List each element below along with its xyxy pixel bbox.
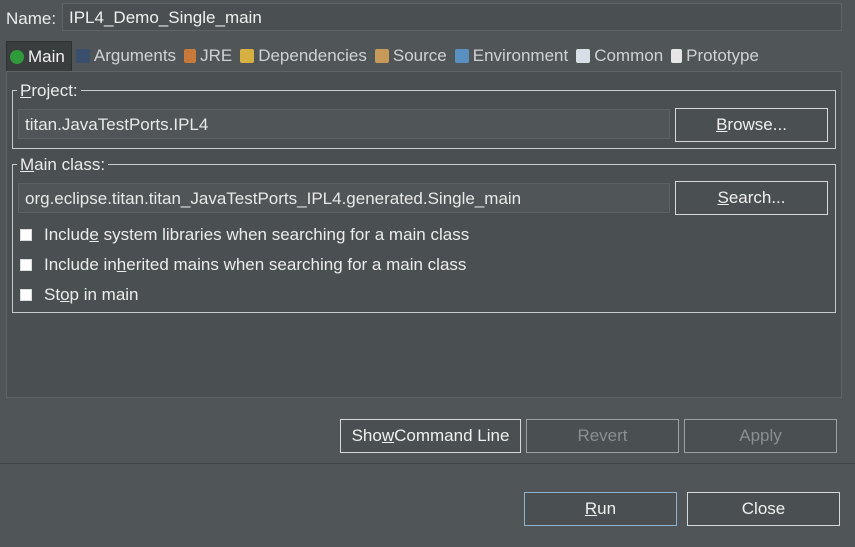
browse-button[interactable]: Browse... xyxy=(675,108,828,142)
project-group-title: Project: xyxy=(17,81,81,101)
include-system-libraries-checkbox[interactable] xyxy=(20,229,32,241)
revert-button[interactable]: Revert xyxy=(526,419,679,453)
tab-common-label: Common xyxy=(594,46,664,65)
name-input[interactable]: IPL4_Demo_Single_main xyxy=(62,3,842,31)
jre-icon xyxy=(184,49,197,63)
dependencies-icon xyxy=(240,49,255,63)
search-button[interactable]: Search... xyxy=(675,181,828,215)
tab-common[interactable]: Common xyxy=(572,41,667,71)
prototype-icon xyxy=(671,49,683,63)
separator xyxy=(0,463,855,464)
environment-icon xyxy=(454,49,469,63)
tab-main-label: Main xyxy=(28,46,65,66)
run-button[interactable]: Run xyxy=(524,492,677,526)
apply-button[interactable]: Apply xyxy=(684,419,837,453)
tab-dependencies-label: Dependencies xyxy=(258,46,367,65)
stop-in-main-label: Stop in main xyxy=(44,285,139,304)
name-label: Name: xyxy=(6,9,57,28)
tab-prototype[interactable]: Prototype xyxy=(667,41,763,71)
main-icon xyxy=(10,49,24,64)
include-system-libraries-label: Include system libraries when searching … xyxy=(44,225,470,244)
tab-source-label: Source xyxy=(392,46,447,65)
tab-environment-label: Environment xyxy=(472,46,569,65)
source-icon xyxy=(374,49,389,63)
tab-arguments-label: Arguments xyxy=(93,46,177,65)
arguments-icon xyxy=(75,49,90,63)
include-inherited-mains-checkbox[interactable] xyxy=(20,259,32,271)
include-inherited-mains-label: Include inherited mains when searching f… xyxy=(44,255,467,274)
stop-in-main-checkbox[interactable] xyxy=(20,289,32,301)
tab-main[interactable]: Main xyxy=(6,40,72,72)
tab-jre[interactable]: JRE xyxy=(180,41,236,71)
tab-environment[interactable]: Environment xyxy=(451,41,572,71)
main-class-input[interactable]: org.eclipse.titan.titan_JavaTestPorts_IP… xyxy=(18,183,670,213)
tab-source[interactable]: Source xyxy=(371,41,451,71)
tab-bar: Main Arguments JRE Dependencies Source E… xyxy=(6,40,842,72)
tab-prototype-label: Prototype xyxy=(686,46,759,65)
close-button[interactable]: Close xyxy=(687,492,840,526)
tab-dependencies[interactable]: Dependencies xyxy=(236,41,371,71)
show-command-line-button[interactable]: Sho w Command Line xyxy=(340,419,521,453)
project-input[interactable]: titan.JavaTestPorts.IPL4 xyxy=(18,109,670,139)
main-class-group-title: Main class: xyxy=(17,155,109,175)
common-icon xyxy=(576,49,591,63)
tab-arguments[interactable]: Arguments xyxy=(72,41,180,71)
tab-jre-label: JRE xyxy=(200,46,233,65)
